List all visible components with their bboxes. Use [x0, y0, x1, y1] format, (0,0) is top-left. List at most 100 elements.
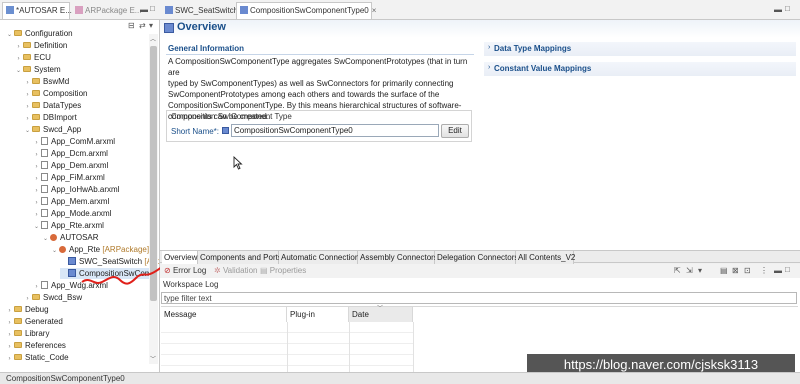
tree-item-app-comm[interactable]: › App_ComM.arxml [33, 136, 115, 147]
import-log-icon[interactable]: ⇲ [686, 266, 693, 275]
expand-toggle-icon[interactable]: ⌄ [24, 126, 31, 137]
tab-label: ARPackage E... [85, 6, 142, 15]
folder-icon [23, 66, 31, 72]
expand-toggle-icon[interactable]: ⌄ [42, 234, 49, 245]
tab-error-log[interactable]: ⊘ Error Log [164, 264, 206, 278]
tree-item-swcd-bsw[interactable]: › Swcd_Bsw [24, 292, 83, 303]
group-title: Composition Sw Component Type [171, 112, 292, 121]
clear-log-icon[interactable]: ⊡ [744, 266, 751, 275]
export-log-icon[interactable]: ⇱ [674, 266, 681, 275]
short-name-input[interactable]: CompositionSwComponentType0 [231, 124, 439, 137]
delete-log-icon[interactable]: ⊠ [732, 266, 739, 275]
tree-item-generated[interactable]: › Generated [6, 316, 63, 327]
tree-item-dbimport[interactable]: › DBImport [24, 112, 77, 123]
tree-item-app-rte[interactable]: ⌄ App_Rte.arxml [33, 220, 104, 231]
tab-autosar-explorer[interactable]: *AUTOSAR E... [2, 2, 72, 19]
expand-toggle-icon[interactable]: ⌄ [33, 222, 40, 233]
view-menu-icon[interactable]: ⋮ [760, 266, 768, 275]
tree-item-datatypes[interactable]: › DataTypes [24, 100, 82, 111]
tree-item-static-code[interactable]: › Static_Code [6, 352, 69, 363]
tree-item-label: BswMd [43, 77, 70, 86]
folder-icon [14, 318, 22, 324]
expand-toggle-icon[interactable]: ⌄ [15, 66, 22, 77]
folder-icon [32, 114, 40, 120]
tree-item-type-hint: [ARPackage] [102, 245, 150, 254]
tree-item-label: App_ComM.arxml [51, 137, 116, 146]
tree-item-definition[interactable]: › Definition [15, 40, 68, 51]
description-line: A CompositionSwComponentType aggregates … [168, 57, 468, 77]
component-icon [68, 269, 76, 277]
scroll-down-icon[interactable]: ﹀ [150, 354, 156, 363]
link-editor-icon[interactable]: ⇄ [139, 21, 146, 30]
editor-tabbar: SWC_SeatSwitch CompositionSwComponentTyp… [160, 0, 800, 20]
general-info-underline [166, 54, 474, 55]
tree-item-system[interactable]: ⌄ System [15, 64, 61, 75]
tab-delegation-connectors[interactable]: Delegation Connectors [435, 251, 518, 264]
tree-item-configuration[interactable]: ⌄ Configuration [6, 28, 73, 39]
sort-chevron-icon[interactable]: ﹀ [377, 303, 383, 312]
log-filter-input[interactable]: type filter text [161, 292, 797, 304]
tab-arpackage-explorer[interactable]: ARPackage E... [72, 3, 141, 18]
tree-item-composition[interactable]: › Composition [24, 88, 88, 99]
general-info-title: General Information [168, 44, 245, 53]
tree-item-references[interactable]: › References [6, 340, 66, 351]
file-icon [41, 173, 48, 181]
column-message[interactable]: Message [161, 307, 287, 322]
tree-item-app-dem[interactable]: › App_Dem.arxml [33, 160, 108, 171]
tree-item-ecu[interactable]: › ECU [15, 52, 51, 63]
edit-button[interactable]: Edit [441, 124, 469, 138]
data-type-mappings-section[interactable]: › Data Type Mappings [484, 42, 796, 56]
expand-toggle-icon[interactable]: ⌄ [51, 246, 58, 257]
tab-properties[interactable]: ▤ Properties [260, 264, 306, 278]
tree-item-app-dcm[interactable]: › App_Dcm.arxml [33, 148, 108, 159]
tree-item-app-fim[interactable]: › App_FiM.arxml [33, 172, 105, 183]
tree-item-debug[interactable]: › Debug [6, 304, 49, 315]
close-icon[interactable]: × [372, 6, 377, 15]
maximize-icon[interactable]: □ [785, 265, 790, 274]
tree-item-label: App_FiM.arxml [51, 173, 105, 182]
tab-all-contents[interactable]: All Contents_V2 [516, 251, 575, 264]
log-tabbar: ⊘ Error Log ✲ Validation ▤ Properties ⇱ … [160, 264, 800, 278]
tree-item-bswmd[interactable]: › BswMd [24, 76, 70, 87]
maximize-icon[interactable]: □ [785, 4, 790, 13]
project-tree: ⊟ ⇄ ▾ ⌄ Configuration › Definition › ECU ⌄ S… [0, 20, 160, 372]
maximize-icon[interactable]: □ [150, 4, 155, 13]
minimize-icon[interactable]: ▬ [140, 5, 148, 14]
tree-item-app-mode[interactable]: › App_Mode.arxml [33, 208, 111, 219]
expand-arrow-icon[interactable]: › [488, 64, 490, 71]
filter-icon[interactable]: ▾ [698, 266, 702, 275]
tree-item-app-mem[interactable]: › App_Mem.arxml [33, 196, 109, 207]
tab-validation[interactable]: ✲ Validation [214, 264, 257, 278]
tree-scrollbar[interactable]: ︿ ﹀ [149, 34, 158, 364]
expand-toggle-icon[interactable]: ⌄ [6, 30, 13, 41]
tab-components-and-ports[interactable]: Components and Ports [198, 251, 282, 264]
tree-item-app-rte-package[interactable]: ⌄ App_Rte [ARPackage] [51, 244, 149, 255]
status-text: CompositionSwComponentType0 [6, 374, 125, 383]
tab-overview[interactable]: Overview [162, 251, 198, 264]
component-icon [222, 127, 229, 134]
column-plug-in[interactable]: Plug-in [287, 307, 349, 322]
tree-item-swcd-app[interactable]: ⌄ Swcd_App [24, 124, 81, 135]
minimize-icon[interactable]: ▬ [774, 5, 782, 14]
constant-value-mappings-section[interactable]: › Constant Value Mappings [484, 62, 796, 76]
tree-item-library[interactable]: › Library [6, 328, 50, 339]
tab-swc-seatswitch[interactable]: SWC_SeatSwitch [162, 3, 238, 18]
tree-item-app-iohwab[interactable]: › App_IoHwAb.arxml [33, 184, 119, 195]
tab-composition-swc[interactable]: CompositionSwComponentType0 × [236, 2, 376, 19]
file-icon [41, 209, 48, 217]
overview-header: Overview [160, 20, 800, 38]
tree-item-label: App_Mode.arxml [51, 209, 112, 218]
minimize-icon[interactable]: ▬ [774, 266, 782, 275]
open-log-icon[interactable]: ▤ [720, 266, 728, 275]
tab-label: Error Log [172, 266, 207, 275]
scroll-up-icon[interactable]: ︿ [150, 34, 156, 43]
view-menu-icon[interactable]: ▾ [149, 21, 153, 30]
tab-automatic-connection[interactable]: Automatic Connection [279, 251, 359, 264]
expand-arrow-icon[interactable]: › [488, 44, 490, 51]
collapse-all-icon[interactable]: ⊟ [128, 21, 135, 30]
tab-assembly-connectors[interactable]: Assembly Connectors [358, 251, 438, 264]
tree-item-label: App_Rte.arxml [51, 221, 104, 230]
expand-toggle-icon[interactable]: › [6, 354, 13, 365]
tree-item-autosar[interactable]: ⌄ AUTOSAR [42, 232, 99, 243]
tab-label: CompositionSwComponentType0 [250, 6, 369, 15]
